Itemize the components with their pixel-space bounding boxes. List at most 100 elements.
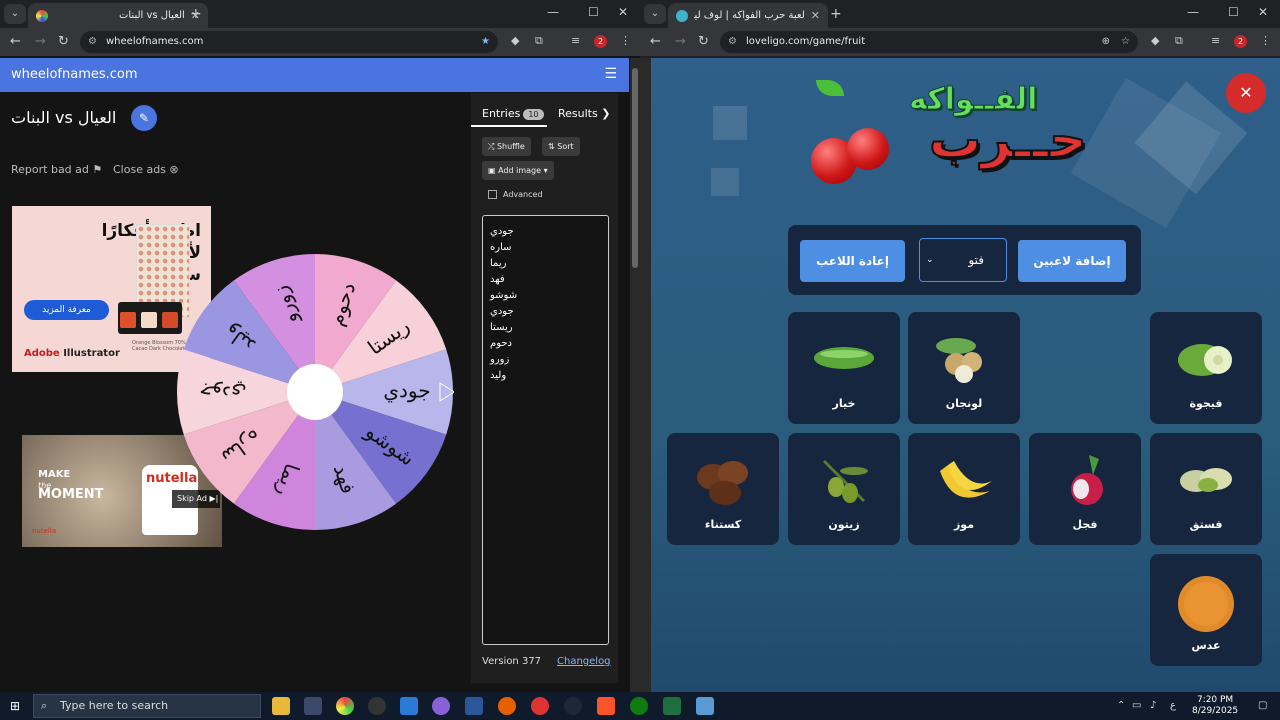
minimize-icon[interactable]: — (1187, 5, 1199, 19)
windows-start-icon[interactable]: ⊞ (10, 699, 20, 713)
fruit-card[interactable]: خيار (788, 312, 900, 424)
spin-wheel[interactable]: جوديشوشوفهدريماسارهجوديوليدزورو دحومريستا (176, 253, 454, 531)
close-ads-link[interactable]: Close ads ⊗ (113, 163, 179, 176)
forward-icon[interactable]: → (35, 34, 46, 49)
hamburger-menu-icon[interactable]: ☰ (604, 66, 617, 82)
site-info-icon[interactable]: ⚙ (88, 31, 97, 53)
back-icon[interactable]: ← (10, 34, 21, 49)
sort-label: Sort (557, 142, 574, 151)
tray-chevron-icon[interactable]: ⌃ (1117, 700, 1125, 711)
app-icon[interactable] (531, 697, 549, 715)
browser-menu-icon[interactable]: ⋮ (1260, 34, 1271, 47)
tab-results[interactable]: Results ❯ (558, 107, 610, 120)
reset-player-button[interactable]: إعادة اللاعب (800, 240, 905, 282)
taskbar-clock[interactable]: 7:20 PM 8/29/2025 (1192, 695, 1238, 717)
new-tab-icon[interactable]: + (190, 6, 202, 22)
page-scrollbar[interactable] (630, 58, 640, 692)
forward-icon[interactable]: → (675, 34, 686, 49)
browser-menu-icon[interactable]: ⋮ (620, 34, 631, 47)
ad-learn-more-button[interactable]: معرفة المزيد (24, 300, 109, 320)
tab-search-button[interactable]: ⌄ (644, 4, 666, 24)
advanced-checkbox[interactable]: Advanced (488, 190, 543, 199)
puzzle-extensions-icon[interactable]: ⧉ (535, 34, 543, 48)
new-tab-icon[interactable]: + (830, 6, 842, 22)
checkbox-box[interactable] (488, 190, 497, 199)
fruit-card[interactable]: فجل (1029, 433, 1141, 545)
firefox-icon[interactable] (498, 697, 516, 715)
sort-button[interactable]: ⇅ Sort (542, 137, 580, 156)
extension-icon[interactable]: ◆ (1151, 34, 1159, 47)
fruit-card[interactable]: فيجوة (1150, 312, 1262, 424)
url-field[interactable]: ⚙ loveligo.com/game/fruit ⊕ ☆ (720, 31, 1138, 53)
fruit-card[interactable]: موز (908, 433, 1020, 545)
fruit-card[interactable]: فستق (1150, 433, 1262, 545)
left-browser-window: ⌄ العيال vs البنات ✕ + — ☐ ✕ ← → ↻ ⚙ whe… (0, 0, 640, 692)
url-field[interactable]: ⚙ wheelofnames.com ★ (80, 31, 498, 53)
steam-icon[interactable] (564, 697, 582, 715)
word-icon[interactable] (465, 697, 483, 715)
scrollbar-thumb[interactable] (632, 68, 638, 268)
maximize-icon[interactable]: ☐ (1228, 5, 1239, 19)
site-brand[interactable]: wheelofnames.com (11, 67, 138, 82)
reload-icon[interactable]: ↻ (698, 34, 709, 49)
fruit-card[interactable]: كستناء (667, 433, 779, 545)
address-bar: ← → ↻ ⚙ loveligo.com/game/fruit ⊕ ☆ ◆ ⧉ … (640, 28, 1280, 56)
brave-icon[interactable] (597, 697, 615, 715)
close-circle-icon: ⊗ (169, 163, 179, 176)
profile-badge[interactable]: 2 (1234, 35, 1247, 48)
app-icon[interactable] (696, 697, 714, 715)
edit-title-button[interactable]: ✎ (131, 105, 157, 131)
entry-line: جودي (490, 306, 514, 317)
player-select[interactable]: فتو ⌄ (919, 238, 1007, 282)
notification-icon[interactable]: ▢ (1258, 700, 1267, 711)
fruit-game-page: الفــواكه حــرب ✕ إضافة لاعبين فتو ⌄ إعاد… (651, 58, 1280, 692)
puzzle-extensions-icon[interactable]: ⧉ (1175, 34, 1183, 48)
app-icon[interactable] (368, 697, 386, 715)
back-icon[interactable]: ← (650, 34, 661, 49)
app-icon[interactable] (304, 697, 322, 715)
player-controls: إضافة لاعبين فتو ⌄ إعادة اللاعب (788, 225, 1141, 295)
browser-tab[interactable]: العيال vs البنات ✕ (28, 3, 208, 28)
profile-badge[interactable]: 2 (594, 35, 607, 48)
xbox-icon[interactable] (630, 697, 648, 715)
close-game-button[interactable]: ✕ (1226, 73, 1266, 113)
minimize-icon[interactable]: — (547, 5, 559, 19)
volume-icon[interactable]: ♪ (1150, 700, 1156, 711)
fruit-name: لونجان (945, 397, 983, 410)
fruit-card[interactable]: لونجان (908, 312, 1020, 424)
bookmark-star-icon[interactable]: ★ (481, 31, 490, 53)
store-icon[interactable] (400, 697, 418, 715)
close-window-icon[interactable]: ✕ (618, 5, 628, 19)
taskbar-search[interactable]: ⌕ Type here to search (33, 694, 261, 718)
browser-tab[interactable]: لعبة حرب الفواكه | لوف ليجو يوم ✕ (668, 3, 828, 28)
changelog-link[interactable]: Changelog (557, 656, 611, 667)
reading-list-icon[interactable]: ≡ (1211, 34, 1220, 47)
close-window-icon[interactable]: ✕ (1258, 5, 1268, 19)
decor-square (713, 106, 747, 140)
network-icon[interactable]: ▭ (1132, 700, 1141, 711)
report-bad-ad-link[interactable]: Report bad ad ⚑ (11, 163, 102, 176)
fruit-card[interactable]: عدس (1150, 554, 1262, 666)
language-indicator[interactable]: ع (1170, 700, 1176, 711)
close-tab-icon[interactable]: ✕ (811, 9, 820, 22)
bookmark-star-icon[interactable]: ☆ (1121, 31, 1130, 53)
shuffle-button[interactable]: ⤮ Shuffle (482, 137, 531, 156)
chevron-right-icon[interactable]: ❯ (601, 107, 610, 120)
reload-icon[interactable]: ↻ (58, 34, 69, 49)
tab-search-button[interactable]: ⌄ (4, 4, 26, 24)
extension-icon[interactable]: ◆ (511, 34, 519, 47)
add-players-button[interactable]: إضافة لاعبين (1018, 240, 1126, 282)
site-info-icon[interactable]: ⚙ (728, 31, 737, 53)
add-image-button[interactable]: ▣ Add image ▾ (482, 161, 554, 180)
chrome-icon[interactable] (336, 697, 354, 715)
zoom-icon[interactable]: ⊕ (1102, 31, 1110, 53)
app-icon[interactable] (432, 697, 450, 715)
entries-textarea[interactable]: جودي ساره ريما فهد شوشو جودي ريستا دحوم زورو وليد (482, 215, 609, 645)
wheel-center[interactable] (287, 364, 343, 420)
maximize-icon[interactable]: ☐ (588, 5, 599, 19)
file-explorer-icon[interactable] (272, 697, 290, 715)
reading-list-icon[interactable]: ≡ (571, 34, 580, 47)
fruit-card[interactable]: زيتون (788, 433, 900, 545)
tab-entries[interactable]: Entries 10 (482, 107, 544, 120)
excel-icon[interactable] (663, 697, 681, 715)
